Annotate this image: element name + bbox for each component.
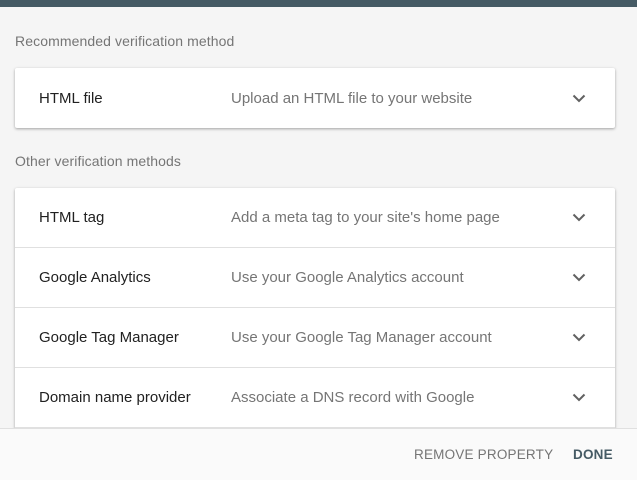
method-row-html-tag[interactable]: HTML tag Add a meta tag to your site's h… (15, 188, 615, 248)
method-row-html-file[interactable]: HTML file Upload an HTML file to your we… (15, 68, 615, 128)
other-methods-card: HTML tag Add a meta tag to your site's h… (15, 188, 615, 428)
method-title: HTML tag (39, 209, 105, 226)
method-title: Domain name provider (39, 389, 191, 406)
method-row-google-analytics[interactable]: Google Analytics Use your Google Analyti… (15, 248, 615, 308)
method-title: HTML file (39, 89, 103, 107)
done-button[interactable]: DONE (573, 447, 613, 462)
recommended-method-card: HTML file Upload an HTML file to your we… (15, 68, 615, 128)
chevron-down-icon[interactable] (571, 330, 587, 346)
method-row-google-tag-manager[interactable]: Google Tag Manager Use your Google Tag M… (15, 308, 615, 368)
recommended-section-label: Recommended verification method (15, 33, 235, 49)
chevron-down-icon[interactable] (571, 90, 587, 106)
dialog-top-bar (0, 0, 637, 7)
method-row-domain-name-provider[interactable]: Domain name provider Associate a DNS rec… (15, 368, 615, 428)
chevron-down-icon[interactable] (571, 210, 587, 226)
method-description: Upload an HTML file to your website (231, 89, 473, 107)
verification-methods-panel[interactable]: Recommended verification method HTML fil… (0, 7, 637, 428)
chevron-down-icon[interactable] (571, 390, 587, 406)
method-title: Google Tag Manager (39, 329, 179, 346)
chevron-down-icon[interactable] (571, 270, 587, 286)
dialog-footer: REMOVE PROPERTY DONE (0, 428, 637, 480)
remove-property-button[interactable]: REMOVE PROPERTY (414, 447, 553, 462)
method-description: Use your Google Analytics account (231, 269, 464, 286)
other-section-label: Other verification methods (15, 153, 182, 169)
method-title: Google Analytics (39, 269, 151, 286)
method-description: Associate a DNS record with Google (231, 389, 475, 406)
method-description: Add a meta tag to your site's home page (231, 209, 500, 226)
method-description: Use your Google Tag Manager account (231, 329, 492, 346)
